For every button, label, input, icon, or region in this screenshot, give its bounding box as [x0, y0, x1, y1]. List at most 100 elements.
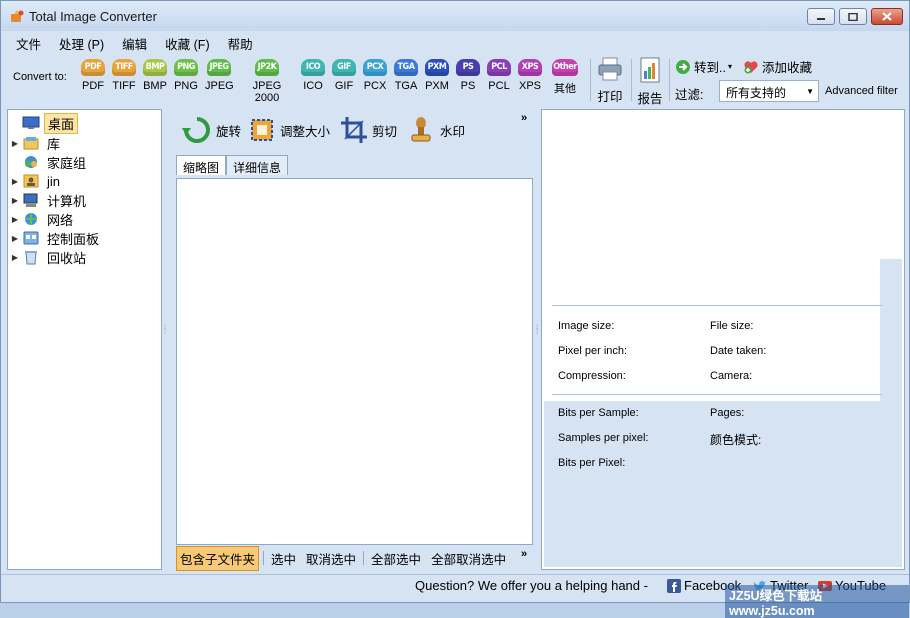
bmp-icon: BMP — [143, 59, 167, 76]
filter-select[interactable]: 所有支持的 ▼ — [719, 80, 819, 102]
homegroup-icon — [25, 156, 37, 168]
expand-arrow-icon[interactable]: ▶ — [8, 196, 22, 205]
goto-label: 转到.. — [694, 61, 726, 75]
advanced-filter-link[interactable]: Advanced filter — [825, 85, 898, 97]
report-button[interactable]: 报告 — [635, 57, 665, 107]
desktop-icon — [22, 116, 40, 129]
expand-arrow-icon[interactable]: ▶ — [8, 139, 22, 148]
tree-item-network[interactable]: ▶ 网络 — [8, 210, 76, 228]
pdf-icon: PDF — [81, 59, 105, 76]
filter-label: 过滤: — [675, 88, 704, 102]
stamp-icon — [411, 117, 431, 142]
expand-arrow-icon[interactable]: ▶ — [8, 215, 22, 224]
close-icon — [882, 12, 892, 21]
pxm-icon: PXM — [425, 59, 449, 76]
menu-help[interactable]: 帮助 — [219, 32, 262, 52]
deselect-all-button[interactable]: 全部取消选中 — [428, 547, 509, 570]
crop-button[interactable]: 剪切 — [339, 115, 397, 145]
convert-pcl-button[interactable]: PCL PCL — [487, 59, 511, 92]
right-splitter[interactable]: ⁞ ⁞ — [536, 324, 540, 346]
tab-thumbnails[interactable]: 缩略图 — [176, 155, 227, 175]
help-question-text: Question? We offer you a helping hand - — [415, 578, 648, 593]
tree-item-label: 桌面 — [44, 112, 79, 134]
convert-jpeg2000-button[interactable]: JP2K JPEG 2000 — [241, 59, 293, 104]
menu-edit[interactable]: 编辑 — [113, 32, 156, 52]
folder-tree[interactable]: 桌面 ▶ 库 家庭组 ▶ jin ▶ 计算机 ▶ 网络 ▶ 控制面板 ▶ 回收站 — [7, 109, 162, 570]
tiff-icon: TIFF — [112, 59, 136, 76]
tree-item-label: 计算机 — [47, 193, 87, 209]
menu-process[interactable]: 处理 (P) — [50, 32, 113, 52]
resize-label: 调整大小 — [280, 124, 331, 139]
convert-png-button[interactable]: PNG PNG — [174, 59, 198, 92]
expand-arrow-icon[interactable]: ▶ — [8, 177, 22, 186]
close-button[interactable] — [871, 8, 903, 25]
more-actions-icon[interactable]: » — [521, 548, 527, 560]
chevron-down-icon: ▼ — [806, 87, 814, 96]
watermark-button[interactable]: 水印 — [407, 115, 465, 145]
jpeg-icon: JPEG — [207, 59, 231, 76]
thumbnail-list[interactable] — [176, 178, 533, 545]
status-bar: Question? We offer you a helping hand - … — [1, 574, 909, 618]
convert-bmp-button[interactable]: BMP BMP — [143, 59, 167, 92]
menu-favorites[interactable]: 收藏 (F) — [156, 32, 218, 52]
xps-icon: XPS — [518, 59, 542, 76]
tree-item-recycle-bin[interactable]: ▶ 回收站 — [8, 248, 89, 266]
format-label: TGA — [394, 80, 418, 92]
select-button[interactable]: 选中 — [268, 547, 299, 570]
tree-item-homegroup[interactable]: 家庭组 — [8, 153, 89, 171]
convert-xps-button[interactable]: XPS XPS — [518, 59, 542, 92]
format-label: TIFF — [112, 80, 136, 92]
add-favorite-button[interactable]: 添加收藏 — [743, 57, 812, 76]
date-taken-label: Date taken: — [710, 345, 767, 357]
bits-per-sample-label: Bits per Sample: — [558, 407, 639, 419]
format-label: PCX — [363, 80, 387, 92]
minimize-button[interactable] — [807, 8, 835, 25]
goto-button[interactable]: 转到.. ▾ — [675, 57, 732, 76]
pixel-per-inch-label: Pixel per inch: — [558, 345, 628, 357]
recycle-bin-icon — [25, 251, 37, 265]
tree-item-label: 回收站 — [47, 250, 87, 266]
tab-details[interactable]: 详细信息 — [226, 155, 289, 175]
format-label: JPEG 2000 — [252, 80, 282, 104]
toolbar: Convert to: PDF PDF TIFF TIFF BMP BMP PN… — [5, 55, 907, 107]
convert-pdf-button[interactable]: PDF PDF — [81, 59, 105, 92]
expand-arrow-icon[interactable]: ▶ — [8, 234, 22, 243]
tree-item-desktop[interactable]: 桌面 — [8, 112, 79, 134]
filter-value: 所有支持的 — [726, 86, 787, 100]
image-tools-bar: 旋转 调整大小 剪切 水印 » — [171, 109, 537, 151]
print-button[interactable]: 打印 — [595, 57, 625, 105]
menu-file[interactable]: 文件 — [7, 32, 50, 52]
convert-pxm-button[interactable]: PXM PXM — [425, 59, 449, 92]
convert-jpeg-button[interactable]: JPEG JPEG — [205, 59, 234, 92]
format-label: 其他 — [554, 83, 576, 95]
pages-label: Pages: — [710, 407, 745, 419]
format-label: PCL — [488, 80, 510, 92]
deselect-button[interactable]: 取消选中 — [303, 547, 359, 570]
maximize-button[interactable] — [839, 8, 867, 25]
tree-item-computer[interactable]: ▶ 计算机 — [8, 191, 89, 209]
include-subfolders-toggle[interactable]: 包含子文件夹 — [176, 545, 260, 571]
add-favorite-label: 添加收藏 — [762, 61, 813, 75]
convert-tiff-button[interactable]: TIFF TIFF — [112, 59, 136, 92]
resize-button[interactable]: 调整大小 — [247, 115, 330, 145]
left-splitter[interactable]: ⁞ ⁞ — [164, 324, 168, 346]
convert-tga-button[interactable]: TGA TGA — [394, 59, 418, 92]
convert-pcx-button[interactable]: PCX PCX — [363, 59, 387, 92]
tree-item-library[interactable]: ▶ 库 — [8, 134, 63, 152]
expand-arrow-icon[interactable]: ▶ — [8, 253, 22, 262]
other-format-icon: Other — [552, 59, 578, 76]
more-tools-icon[interactable]: » — [521, 112, 527, 124]
format-label: ICO — [303, 80, 323, 92]
convert-ico-button[interactable]: ICO ICO — [301, 59, 325, 92]
rotate-button[interactable]: 旋转 — [181, 115, 241, 145]
computer-icon — [23, 193, 38, 207]
convert-ps-button[interactable]: PS PS — [456, 59, 480, 92]
tree-item-control-panel[interactable]: ▶ 控制面板 — [8, 229, 102, 247]
convert-other-button[interactable]: Other 其他 — [550, 59, 580, 96]
samples-per-pixel-label: Samples per pixel: — [558, 432, 649, 444]
convert-gif-button[interactable]: GIF GIF — [332, 59, 356, 92]
select-all-button[interactable]: 全部选中 — [368, 547, 424, 570]
pcx-icon: PCX — [363, 59, 387, 76]
format-label: JPEG — [205, 80, 234, 92]
tree-item-user-jin[interactable]: ▶ jin — [8, 172, 63, 190]
